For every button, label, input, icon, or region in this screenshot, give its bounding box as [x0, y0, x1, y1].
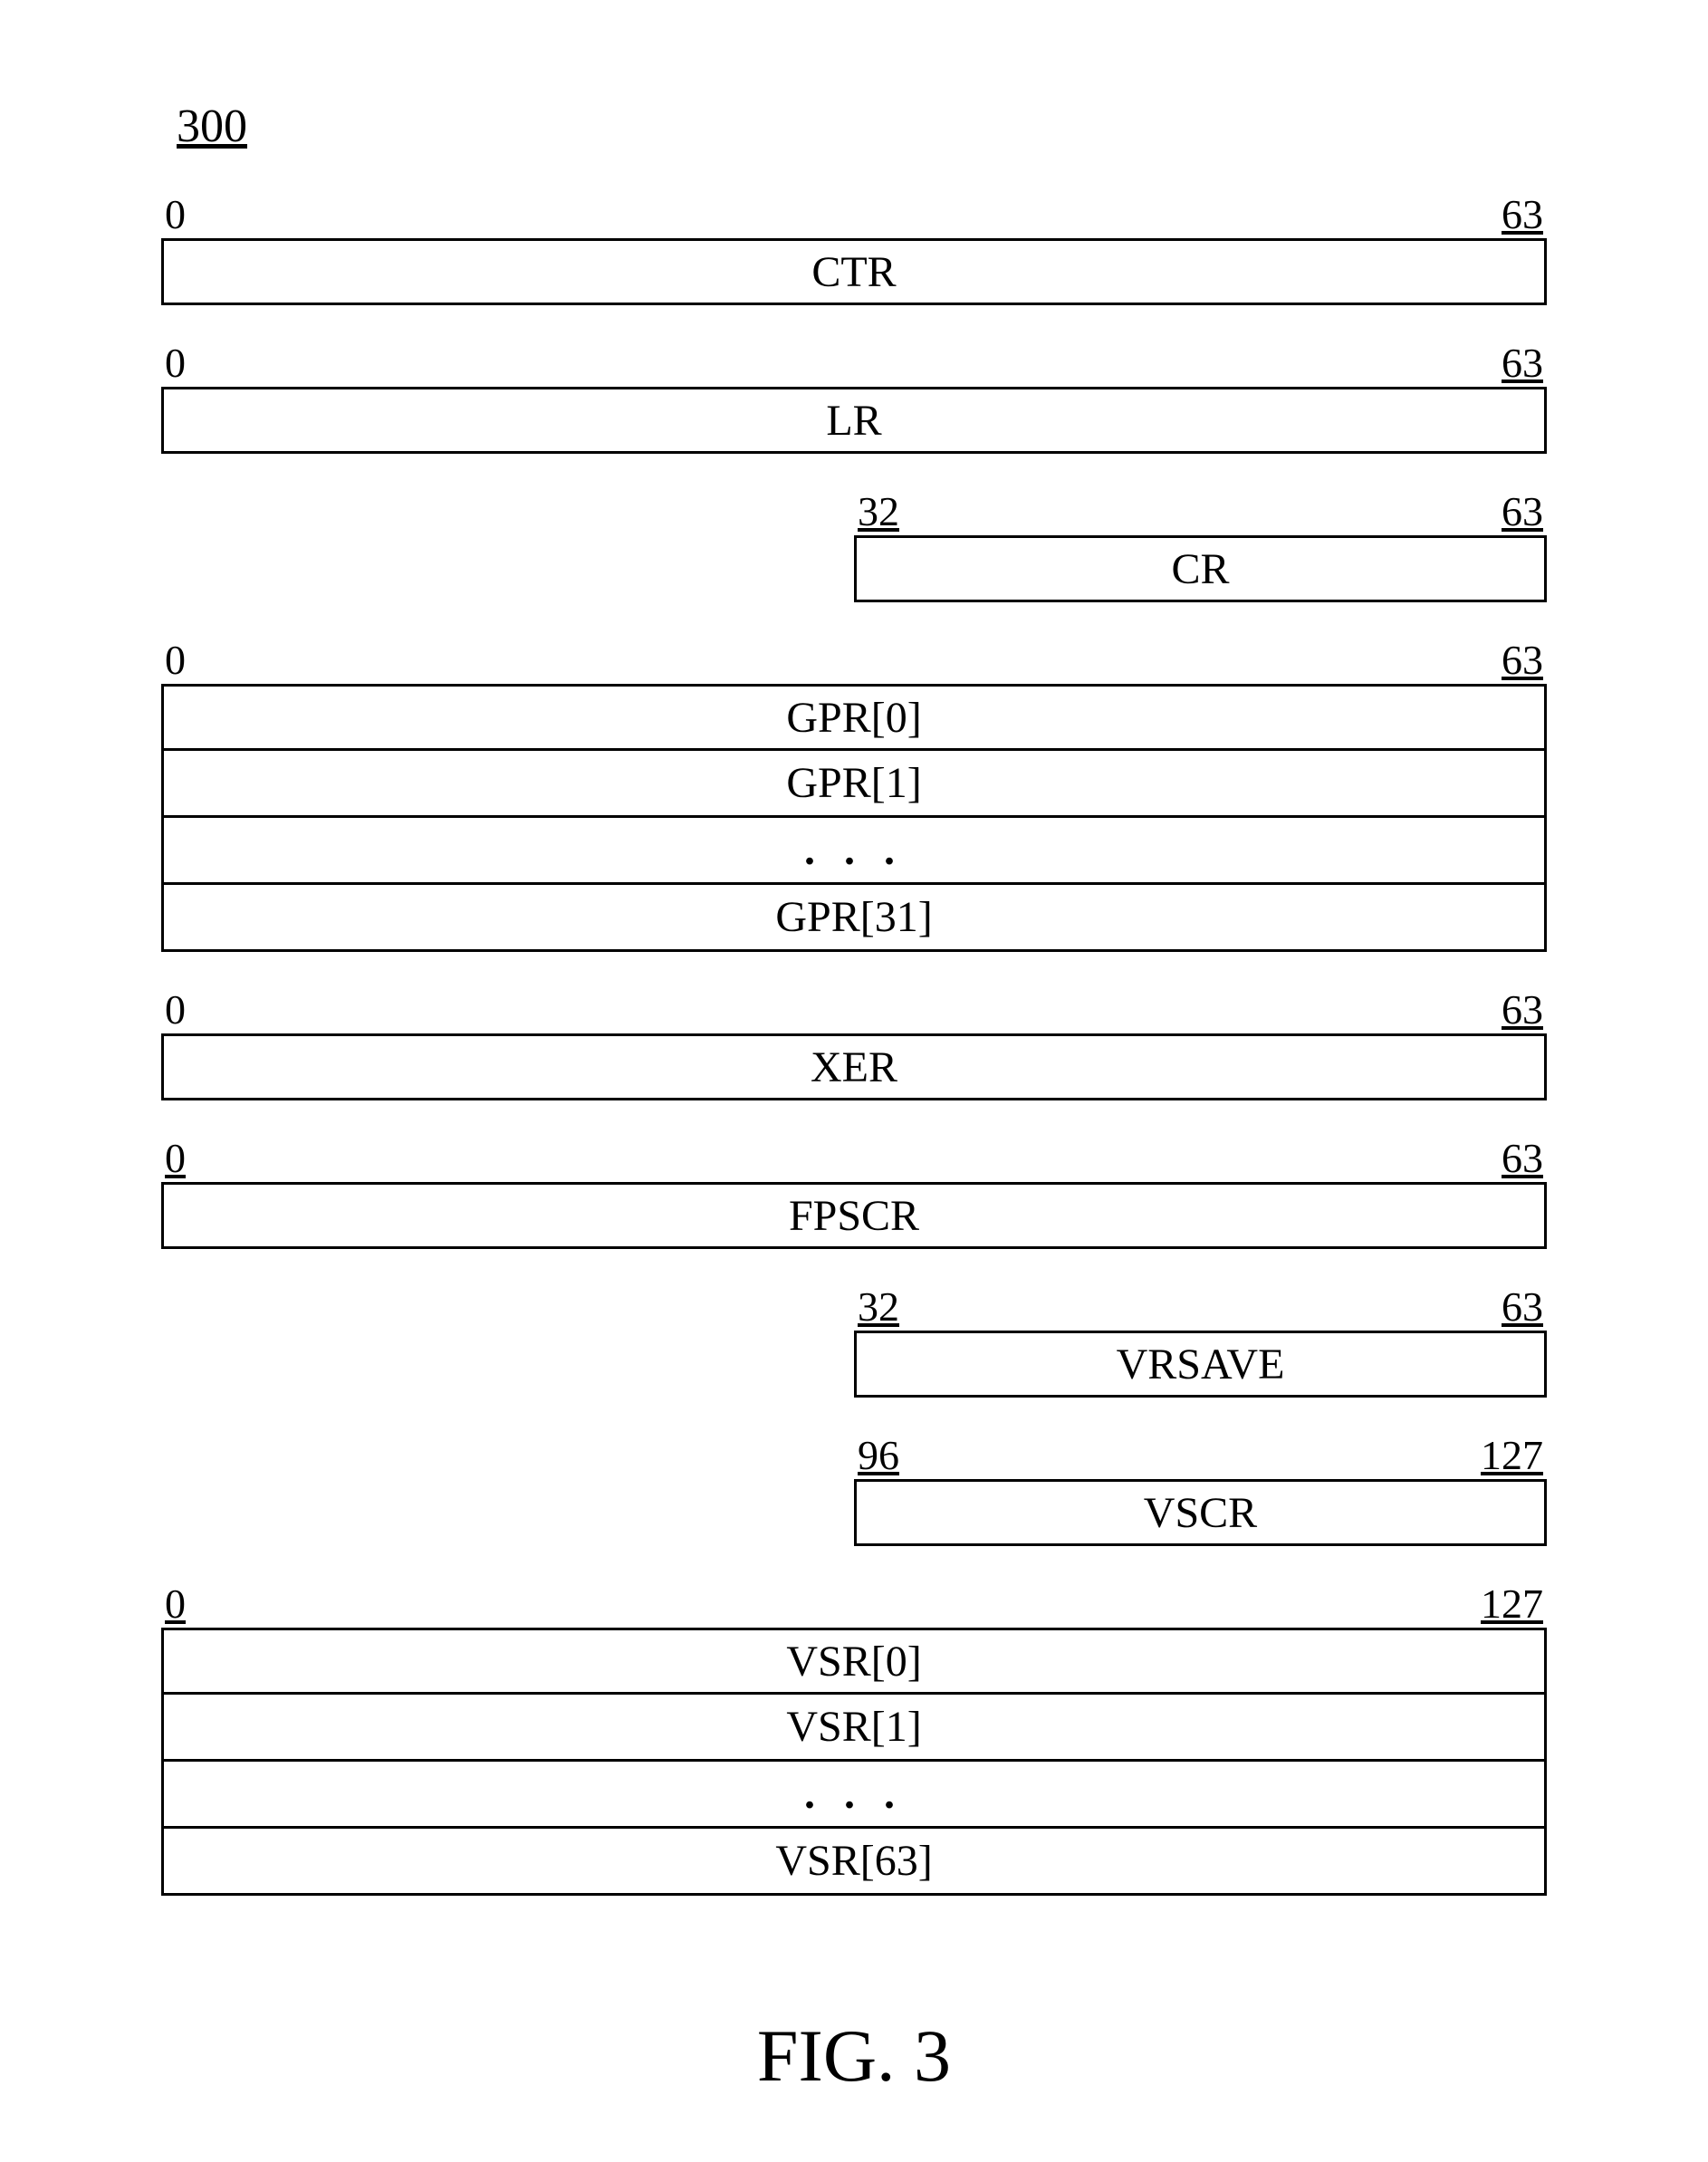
- vscr-bit-end: 127: [1481, 1431, 1543, 1479]
- cr-bit-row: 32 63: [854, 486, 1547, 535]
- gpr-1: GPR[1]: [161, 751, 1547, 818]
- cr-half: 32 63 CR: [854, 486, 1547, 602]
- vscr-bit-row: 96 127: [854, 1430, 1547, 1479]
- vrsave-bit-end: 63: [1502, 1283, 1543, 1331]
- gpr-0: GPR[0]: [161, 684, 1547, 751]
- fpscr-block: 0 63 FPSCR: [161, 1133, 1547, 1249]
- vsr-0: VSR[0]: [161, 1628, 1547, 1695]
- ctr-bit-end: 63: [1502, 190, 1543, 238]
- cr-bit-start: 32: [858, 487, 899, 535]
- ctr-register: CTR: [161, 238, 1547, 305]
- vrsave-register: VRSAVE: [854, 1331, 1547, 1398]
- lr-register: LR: [161, 387, 1547, 454]
- cr-block: 32 63 CR: [161, 486, 1547, 602]
- lr-bit-row: 0 63: [161, 338, 1547, 387]
- ctr-block: 0 63 CTR: [161, 189, 1547, 305]
- vrsave-half: 32 63 VRSAVE: [854, 1282, 1547, 1398]
- vsr-ellipsis: . . .: [161, 1762, 1547, 1829]
- lr-bit-end: 63: [1502, 339, 1543, 387]
- vsr-bit-end: 127: [1481, 1580, 1543, 1628]
- gpr-31: GPR[31]: [161, 885, 1547, 952]
- xer-bit-end: 63: [1502, 985, 1543, 1033]
- gpr-ellipsis: . . .: [161, 818, 1547, 885]
- vsr-bit-start: 0: [165, 1580, 186, 1628]
- xer-bit-row: 0 63: [161, 985, 1547, 1033]
- figure-number: 300: [154, 100, 1554, 153]
- vsr-bit-row: 0 127: [161, 1579, 1547, 1628]
- lr-bit-start: 0: [165, 339, 186, 387]
- lr-block: 0 63 LR: [161, 338, 1547, 454]
- ctr-bit-row: 0 63: [161, 189, 1547, 238]
- gpr-block: 0 63 GPR[0] GPR[1] . . . GPR[31]: [161, 635, 1547, 952]
- register-stack: 0 63 CTR 0 63 LR 32 63 CR: [161, 189, 1547, 1896]
- ellipsis-icon: . . .: [804, 825, 904, 875]
- vsr-1: VSR[1]: [161, 1695, 1547, 1762]
- xer-register: XER: [161, 1033, 1547, 1100]
- vsr-block: 0 127 VSR[0] VSR[1] . . . VSR[63]: [161, 1579, 1547, 1896]
- xer-bit-start: 0: [165, 985, 186, 1033]
- gpr-bit-end: 63: [1502, 636, 1543, 684]
- fpscr-register: FPSCR: [161, 1182, 1547, 1249]
- vsr-63: VSR[63]: [161, 1829, 1547, 1896]
- cr-register: CR: [854, 535, 1547, 602]
- figure-caption: FIG. 3: [154, 2013, 1554, 2099]
- xer-block: 0 63 XER: [161, 985, 1547, 1100]
- gpr-array: GPR[0] GPR[1] . . . GPR[31]: [161, 684, 1547, 952]
- fpscr-bit-start: 0: [165, 1134, 186, 1182]
- gpr-bit-start: 0: [165, 636, 186, 684]
- ctr-bit-start: 0: [165, 190, 186, 238]
- vscr-register: VSCR: [854, 1479, 1547, 1546]
- vrsave-bit-row: 32 63: [854, 1282, 1547, 1331]
- figure-page: 300 0 63 CTR 0 63 LR 32 63 C: [0, 0, 1708, 2162]
- vrsave-block: 32 63 VRSAVE: [161, 1282, 1547, 1398]
- vscr-block: 96 127 VSCR: [161, 1430, 1547, 1546]
- vsr-array: VSR[0] VSR[1] . . . VSR[63]: [161, 1628, 1547, 1896]
- fpscr-bit-end: 63: [1502, 1134, 1543, 1182]
- ellipsis-icon: . . .: [804, 1769, 904, 1819]
- vrsave-bit-start: 32: [858, 1283, 899, 1331]
- fpscr-bit-row: 0 63: [161, 1133, 1547, 1182]
- gpr-bit-row: 0 63: [161, 635, 1547, 684]
- vscr-bit-start: 96: [858, 1431, 899, 1479]
- cr-bit-end: 63: [1502, 487, 1543, 535]
- vscr-quarter: 96 127 VSCR: [854, 1430, 1547, 1546]
